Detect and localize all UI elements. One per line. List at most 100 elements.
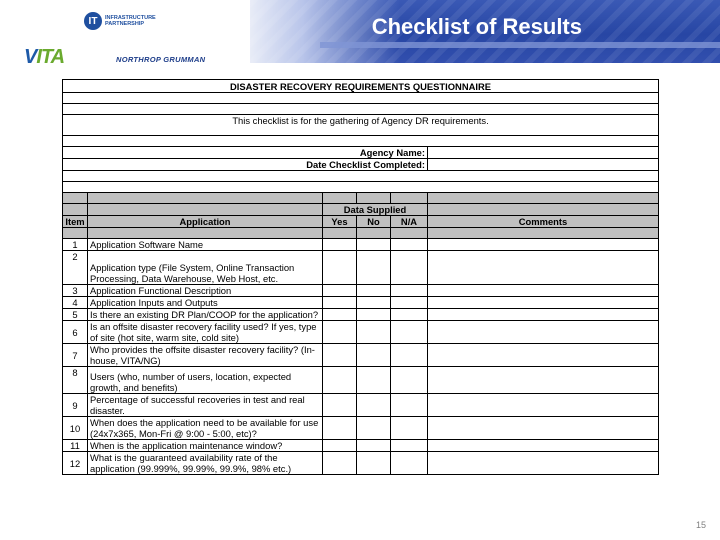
- yes-cell[interactable]: [322, 250, 357, 285]
- vita-logo: VITA: [24, 46, 65, 69]
- comments-cell[interactable]: [426, 439, 660, 452]
- comments-cell[interactable]: [426, 393, 660, 417]
- item-text: What is the guaranteed availability rate…: [87, 451, 323, 475]
- agency-name-label: Agency Name:: [62, 146, 428, 159]
- no-cell[interactable]: [356, 250, 391, 285]
- no-cell[interactable]: [356, 439, 391, 452]
- no-cell[interactable]: [356, 296, 391, 309]
- item-number: 3: [62, 284, 88, 297]
- yes-cell[interactable]: [322, 308, 357, 321]
- comments-cell[interactable]: [426, 320, 660, 344]
- item-text: Is an offsite disaster recovery facility…: [87, 320, 323, 344]
- col-header-no: No: [356, 215, 391, 228]
- table-row: 5 Is there an existing DR Plan/COOP for …: [62, 308, 660, 321]
- table-row: 6 Is an offsite disaster recovery facili…: [62, 320, 660, 344]
- yes-cell[interactable]: [322, 393, 357, 417]
- questionnaire-heading: DISASTER RECOVERY REQUIREMENTS QUESTIONN…: [61, 79, 660, 93]
- item-text: Application Functional Description: [87, 284, 323, 297]
- vita-logo-v: V: [24, 46, 37, 68]
- na-cell[interactable]: [390, 238, 428, 251]
- item-number: 10: [62, 416, 88, 440]
- table-row: 3 Application Functional Description: [62, 284, 660, 297]
- na-cell[interactable]: [390, 284, 428, 297]
- table-row: 9 Percentage of successful recoveries in…: [62, 393, 660, 417]
- na-cell[interactable]: [390, 393, 428, 417]
- table-row: 11 When is the application maintenance w…: [62, 439, 660, 452]
- na-cell[interactable]: [390, 416, 428, 440]
- comments-cell[interactable]: [426, 343, 660, 367]
- no-cell[interactable]: [356, 320, 391, 344]
- yes-cell[interactable]: [322, 320, 357, 344]
- yes-cell[interactable]: [322, 238, 357, 251]
- no-cell[interactable]: [356, 451, 391, 475]
- it-logo-text: INFRASTRUCTURE PARTNERSHIP: [105, 15, 156, 27]
- no-cell[interactable]: [356, 343, 391, 367]
- na-cell[interactable]: [390, 343, 428, 367]
- item-number: 8: [62, 366, 88, 394]
- yes-cell[interactable]: [322, 439, 357, 452]
- it-partnership-logo: IT INFRASTRUCTURE PARTNERSHIP: [84, 12, 156, 30]
- northrop-grumman-logo: NORTHROP GRUMMAN: [116, 55, 206, 64]
- item-text: Application Inputs and Outputs: [87, 296, 323, 309]
- no-cell[interactable]: [356, 366, 391, 394]
- comments-cell[interactable]: [426, 308, 660, 321]
- no-cell[interactable]: [356, 284, 391, 297]
- no-cell[interactable]: [356, 416, 391, 440]
- item-text: When is the application maintenance wind…: [87, 439, 323, 452]
- na-cell[interactable]: [390, 250, 428, 285]
- table-row: 4 Application Inputs and Outputs: [62, 296, 660, 309]
- yes-cell[interactable]: [322, 416, 357, 440]
- item-number: 6: [62, 320, 88, 344]
- comments-cell[interactable]: [426, 238, 660, 251]
- item-text: Is there an existing DR Plan/COOP for th…: [87, 308, 323, 321]
- table-row: 12 What is the guaranteed availability r…: [62, 451, 660, 475]
- na-cell[interactable]: [390, 320, 428, 344]
- dr-questionnaire-table: DISASTER RECOVERY REQUIREMENTS QUESTIONN…: [61, 79, 660, 475]
- item-number: 9: [62, 393, 88, 417]
- item-text: Users (who, number of users, location, e…: [87, 366, 323, 394]
- item-text: Application Software Name: [87, 238, 323, 251]
- item-number: 7: [62, 343, 88, 367]
- yes-cell[interactable]: [322, 451, 357, 475]
- data-supplied-header: Data Supplied: [322, 203, 428, 216]
- col-header-application: Application: [87, 215, 323, 228]
- date-completed-label: Date Checklist Completed:: [62, 158, 428, 171]
- comments-cell[interactable]: [426, 250, 660, 285]
- yes-cell[interactable]: [322, 296, 357, 309]
- page-number: 15: [695, 520, 706, 530]
- slide-title: Checklist of Results: [371, 14, 582, 39]
- no-cell[interactable]: [356, 308, 391, 321]
- col-header-item: Item: [62, 215, 88, 228]
- item-text: Who provides the offsite disaster recove…: [87, 343, 323, 367]
- table-row: 2 Application type (File System, Online …: [62, 250, 660, 285]
- comments-cell[interactable]: [426, 284, 660, 297]
- agency-name-field[interactable]: [426, 146, 660, 159]
- date-completed-field[interactable]: [426, 158, 660, 171]
- item-text: When does the application need to be ava…: [87, 416, 323, 440]
- questionnaire-intro: This checklist is for the gathering of A…: [61, 114, 660, 136]
- col-header-na: N/A: [390, 215, 428, 228]
- vita-logo-rest: ITA: [36, 46, 65, 68]
- na-cell[interactable]: [390, 308, 428, 321]
- item-text: Percentage of successful recoveries in t…: [87, 393, 323, 417]
- it-logo-mark: IT: [84, 12, 102, 30]
- col-header-yes: Yes: [322, 215, 357, 228]
- na-cell[interactable]: [390, 451, 428, 475]
- item-number: 5: [62, 308, 88, 321]
- na-cell[interactable]: [390, 296, 428, 309]
- item-number: 2: [62, 250, 88, 285]
- comments-cell[interactable]: [426, 451, 660, 475]
- na-cell[interactable]: [390, 439, 428, 452]
- yes-cell[interactable]: [322, 366, 357, 394]
- no-cell[interactable]: [356, 238, 391, 251]
- table-row: 7 Who provides the offsite disaster reco…: [62, 343, 660, 367]
- yes-cell[interactable]: [322, 343, 357, 367]
- comments-cell[interactable]: [426, 366, 660, 394]
- na-cell[interactable]: [390, 366, 428, 394]
- yes-cell[interactable]: [322, 284, 357, 297]
- comments-cell[interactable]: [426, 416, 660, 440]
- no-cell[interactable]: [356, 393, 391, 417]
- item-number: 11: [62, 439, 88, 452]
- item-number: 4: [62, 296, 88, 309]
- comments-cell[interactable]: [426, 296, 660, 309]
